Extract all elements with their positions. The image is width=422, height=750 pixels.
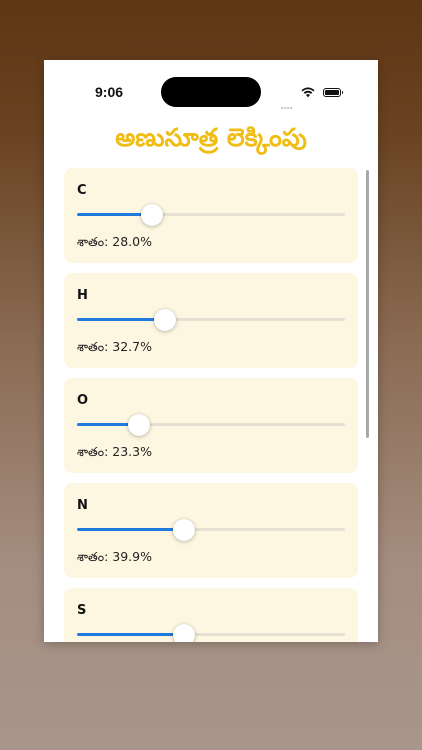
slider-fill <box>77 318 165 321</box>
percentage-text: శాతం: 32.7% <box>77 339 152 354</box>
element-card-c: C శాతం: 28.0% <box>64 168 358 263</box>
percentage-text: శాతం: 39.9% <box>77 549 152 564</box>
element-label: N <box>77 498 88 513</box>
percentage-text: శాతం: 23.3% <box>77 444 152 459</box>
percentage-slider-o[interactable] <box>77 414 345 436</box>
element-label: H <box>77 288 88 303</box>
slider-thumb[interactable] <box>128 414 151 436</box>
element-label: C <box>77 183 87 198</box>
signal-icon <box>281 94 295 109</box>
element-card-h: H శాతం: 32.7% <box>64 273 358 368</box>
phone-screen: 9:06 అణుసూత్ర లెక్కింపు C శాతం: 28.0% H శాత… <box>44 60 378 642</box>
status-bar: 9:06 <box>44 60 378 120</box>
slider-thumb[interactable] <box>172 519 195 541</box>
wifi-icon <box>301 87 315 98</box>
slider-thumb[interactable] <box>153 309 176 331</box>
percentage-slider-s[interactable] <box>77 624 345 642</box>
slider-thumb[interactable] <box>141 204 164 226</box>
slider-fill <box>77 528 184 531</box>
dynamic-island <box>161 77 261 107</box>
slider-fill <box>77 633 185 636</box>
percentage-slider-n[interactable] <box>77 519 345 541</box>
battery-icon <box>323 88 343 97</box>
percentage-slider-h[interactable] <box>77 309 345 331</box>
percentage-slider-c[interactable] <box>77 204 345 226</box>
status-time: 9:06 <box>95 84 124 100</box>
element-list[interactable]: C శాతం: 28.0% H శాతం: 32.7% O శాతం: 23.3% N శాత… <box>64 168 358 642</box>
percentage-text: శాతం: 28.0% <box>77 234 152 249</box>
scrollbar[interactable] <box>366 170 369 438</box>
slider-thumb[interactable] <box>173 624 196 642</box>
element-card-o: O శాతం: 23.3% <box>64 378 358 473</box>
element-card-s: S <box>64 588 358 642</box>
page-title: అణుసూత్ర లెక్కింపు <box>115 123 307 152</box>
element-label: O <box>77 393 89 408</box>
element-label: S <box>77 603 87 618</box>
element-card-n: N శాతం: 39.9% <box>64 483 358 578</box>
